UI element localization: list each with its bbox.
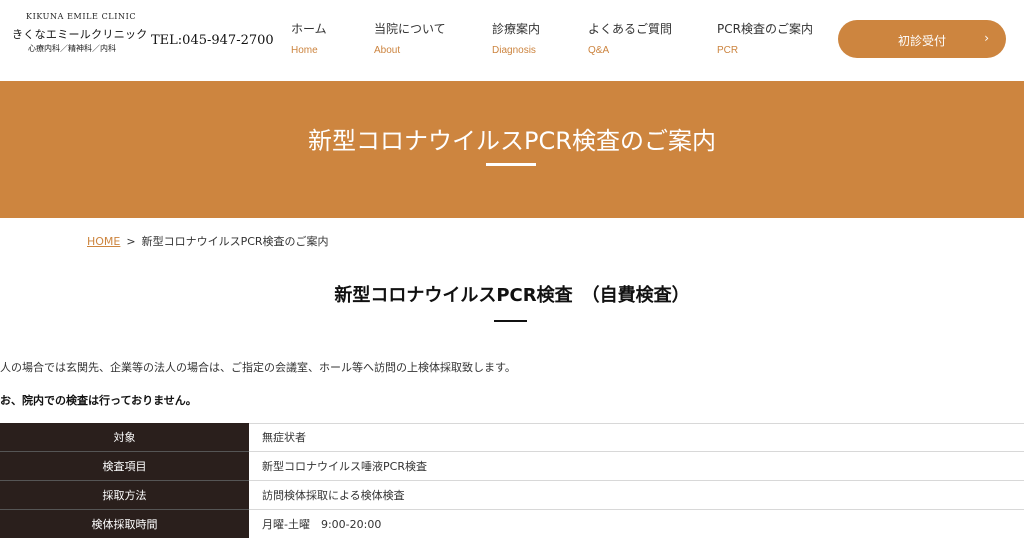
info-table: 対象 無症状者 検査項目 新型コロナウイルス唾液PCR検査 採取方法 訪問検体採… — [0, 423, 1024, 538]
table-value-cell: 無症状者 — [262, 431, 306, 444]
nav-label-en: Home — [291, 45, 318, 56]
nav-item-about[interactable]: 当院について About — [374, 20, 446, 56]
nav-item-home[interactable]: ホーム Home — [291, 20, 327, 56]
nav-label-en: Q&A — [588, 45, 610, 56]
table-value-cell: 新型コロナウイルス唾液PCR検査 — [262, 460, 427, 473]
breadcrumb: HOME > 新型コロナウイルスPCR検査のご案内 — [87, 233, 329, 249]
table-header-cell: 対象 — [0, 423, 249, 452]
section-title: 新型コロナウイルスPCR検査 （自費検査） — [334, 285, 690, 306]
table-row: 採取方法 訪問検体採取による検体検査 — [0, 481, 1024, 510]
table-header-cell: 検査項目 — [0, 452, 249, 481]
table-row: 検査項目 新型コロナウイルス唾液PCR検査 — [0, 452, 1024, 481]
clinic-logo[interactable]: KIKUNA EMILE CLINIC きくなエミールクリニック 心療内科／精神… — [12, 12, 147, 62]
table-row: 検体採取時間 月曜-土曜 9:00-20:00 — [0, 510, 1024, 538]
table-row: 対象 無症状者 — [0, 423, 1024, 452]
table-header-cell: 検体採取時間 — [0, 510, 249, 538]
section-underline — [494, 320, 527, 322]
section-notice: お、院内での検査は行っておりません。 — [0, 394, 197, 407]
nav-label-en: PCR — [717, 45, 739, 56]
nav-label-en: Diagnosis — [492, 45, 536, 56]
nav-label-jp: よくあるご質問 — [588, 22, 673, 36]
first-visit-label: 初診受付 — [897, 34, 946, 48]
breadcrumb-separator: > — [126, 235, 136, 248]
nav-item-diagnosis[interactable]: 診療案内 Diagnosis — [492, 20, 540, 56]
nav-label-jp: 当院について — [374, 22, 446, 36]
nav-label-jp: PCR検査のご案内 — [717, 22, 813, 36]
table-value-cell: 訪問検体採取による検体検査 — [262, 489, 405, 502]
breadcrumb-home-link[interactable]: HOME — [87, 235, 120, 248]
section-text: 人の場合では玄関先、企業等の法人の場合は、ご指定の会議室、ホール等へ訪問の上検体… — [0, 361, 516, 374]
first-visit-button[interactable]: 初診受付 › — [838, 20, 1006, 58]
nav-item-pcr[interactable]: PCR検査のご案内 PCR — [717, 20, 813, 56]
nav-label-en: About — [374, 45, 401, 56]
logo-japanese: きくなエミールクリニック — [12, 28, 148, 41]
nav-item-qa[interactable]: よくあるご質問 Q&A — [588, 20, 672, 56]
logo-english: KIKUNA EMILE CLINIC — [26, 12, 137, 21]
logo-departments: 心療内科／精神科／内科 — [28, 44, 116, 53]
page-hero: 新型コロナウイルスPCR検査のご案内 — [0, 81, 1024, 218]
breadcrumb-current: 新型コロナウイルスPCR検査のご案内 — [141, 235, 329, 248]
site-header: KIKUNA EMILE CLINIC きくなエミールクリニック 心療内科／精神… — [0, 0, 1024, 81]
table-value-cell: 月曜-土曜 9:00-20:00 — [262, 518, 382, 531]
title-underline — [486, 163, 536, 166]
nav-label-jp: ホーム — [291, 22, 327, 36]
page-title: 新型コロナウイルスPCR検査のご案内 — [308, 127, 716, 155]
chevron-right-icon: › — [984, 31, 989, 45]
phone-number[interactable]: TEL:045-947-2700 — [151, 33, 274, 48]
table-header-cell: 採取方法 — [0, 481, 249, 510]
nav-label-jp: 診療案内 — [492, 22, 541, 36]
